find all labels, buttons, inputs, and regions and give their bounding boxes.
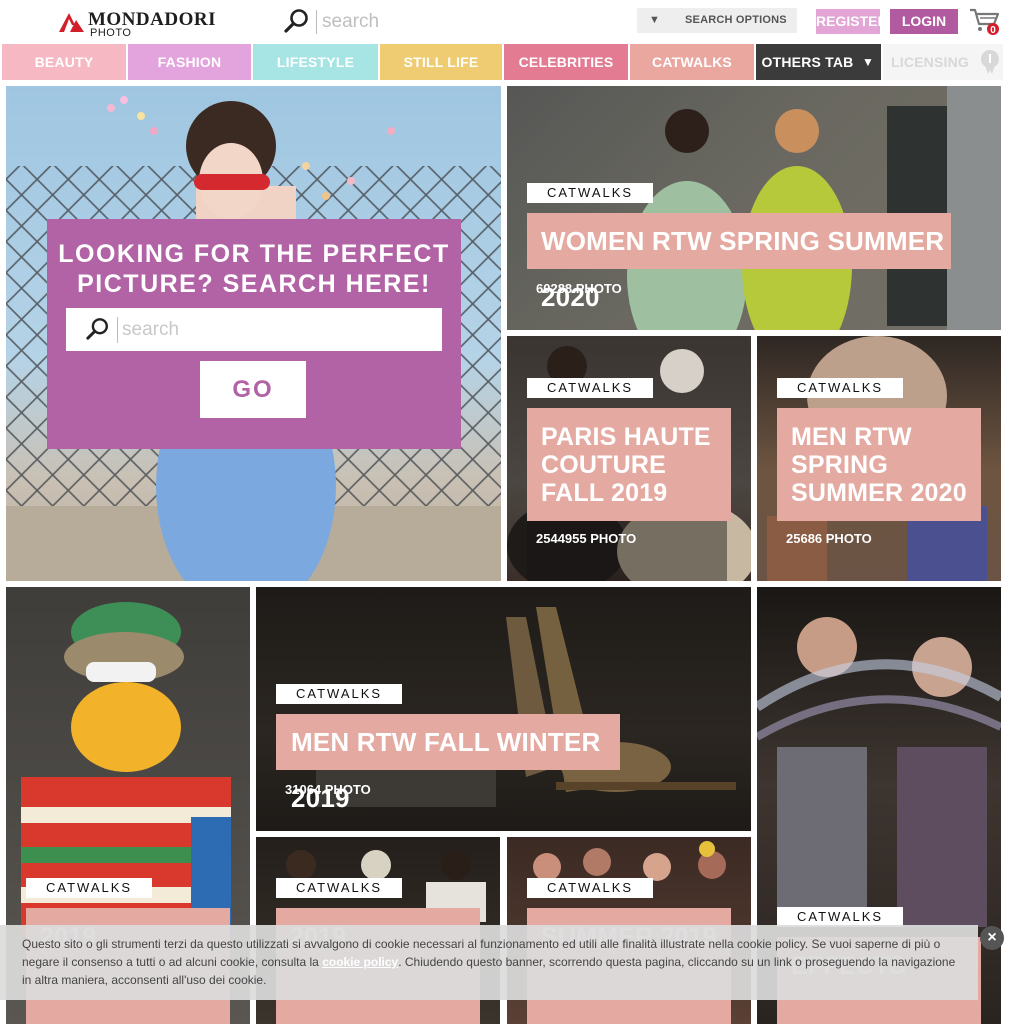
collection-tile[interactable]: CATWALKS MEN RTW SPRING SUMMER 2020 2568… <box>757 336 1001 581</box>
logo-mark-icon <box>59 13 84 32</box>
cart-button[interactable]: 0 <box>968 6 1002 36</box>
nav-tab-lifestyle[interactable]: LIFESTYLE <box>253 44 378 80</box>
close-icon[interactable]: × <box>980 926 1004 950</box>
hero-search-input[interactable] <box>122 315 422 345</box>
nav-tab-still-life[interactable]: STILL LIFE <box>380 44 502 80</box>
hero-image: LOOKING FOR THE PERFECT PICTURE? SEARCH … <box>6 86 501 581</box>
category-label: CATWALKS <box>527 878 653 898</box>
photo-count: 60288 PHOTO <box>536 281 622 296</box>
nav-tab-licensing[interactable]: LICENSING <box>883 44 1003 80</box>
cookie-policy-link[interactable]: cookie policy <box>322 955 398 969</box>
collection-tile[interactable]: CATWALKS MEN RTW FALL WINTER 2019 31064 … <box>256 587 751 831</box>
category-label: CATWALKS <box>527 183 653 203</box>
category-label: CATWALKS <box>26 878 152 898</box>
site-header: MONDADORI PHOTO ▼ SEARCH OPTIONS REGISTE… <box>0 0 1024 44</box>
hero-search-box: LOOKING FOR THE PERFECT PICTURE? SEARCH … <box>47 219 461 449</box>
nav-tab-beauty[interactable]: BEAUTY <box>2 44 126 80</box>
collection-tile[interactable]: CATWALKS WOMEN RTW SPRING SUMMER 2020 60… <box>507 86 1001 330</box>
triangle-down-icon: ▼ <box>649 14 660 26</box>
photo-count: 25686 PHOTO <box>786 531 872 546</box>
nav-tab-celebrities[interactable]: CELEBRITIES <box>504 44 628 80</box>
logo-subtext: PHOTO <box>90 27 132 39</box>
header-search <box>284 8 564 36</box>
category-label: CATWALKS <box>276 684 402 704</box>
collection-tile[interactable]: CATWALKS PARIS HAUTE COUTURE FALL 2019 2… <box>507 336 751 581</box>
nav-tab-others-label: OTHERS TAB <box>761 54 854 70</box>
badge-icon <box>981 50 999 74</box>
search-icon[interactable] <box>86 317 110 341</box>
hero-title: LOOKING FOR THE PERFECT PICTURE? SEARCH … <box>58 240 450 298</box>
tile-title: PARIS HAUTE COUTURE FALL 2019 <box>527 408 731 521</box>
category-label: CATWALKS <box>777 378 903 398</box>
go-button[interactable]: GO <box>200 361 306 418</box>
search-divider <box>117 317 118 343</box>
header-search-input[interactable] <box>322 8 552 36</box>
chevron-down-icon: ▼ <box>862 55 875 69</box>
mondadori-logo[interactable]: MONDADORI PHOTO <box>58 9 218 41</box>
category-label: CATWALKS <box>777 907 903 927</box>
search-icon[interactable] <box>284 8 310 34</box>
hero-search <box>66 308 442 351</box>
cookie-banner: Questo sito o gli strumenti terzi da que… <box>0 925 978 1000</box>
cookie-text: Questo sito o gli strumenti terzi da que… <box>22 935 967 989</box>
search-divider <box>316 10 317 34</box>
photo-count: 2544955 PHOTO <box>536 531 637 546</box>
nav-tab-fashion[interactable]: FASHION <box>128 44 251 80</box>
category-nav: BEAUTY FASHION LIFESTYLE STILL LIFE CELE… <box>0 44 1024 80</box>
nav-tab-others[interactable]: OTHERS TAB ▼ <box>756 44 881 80</box>
cart-icon: 0 <box>970 8 1000 36</box>
photo-count: 31064 PHOTO <box>285 782 371 797</box>
search-options-toggle[interactable]: ▼ SEARCH OPTIONS <box>637 8 797 33</box>
search-options-label: SEARCH OPTIONS <box>685 14 787 26</box>
nav-tab-licensing-label: LICENSING <box>890 54 970 70</box>
nav-tab-catwalks[interactable]: CATWALKS <box>630 44 754 80</box>
cart-count: 0 <box>990 25 996 36</box>
category-label: CATWALKS <box>276 878 402 898</box>
tile-title: WOMEN RTW SPRING SUMMER 2020 <box>527 213 951 312</box>
login-button[interactable]: LOGIN <box>890 9 958 34</box>
category-label: CATWALKS <box>527 378 653 398</box>
tile-title: MEN RTW SPRING SUMMER 2020 <box>777 408 981 521</box>
register-button[interactable]: REGISTER <box>816 9 888 34</box>
tile-title: MEN RTW FALL WINTER 2019 <box>276 714 620 813</box>
